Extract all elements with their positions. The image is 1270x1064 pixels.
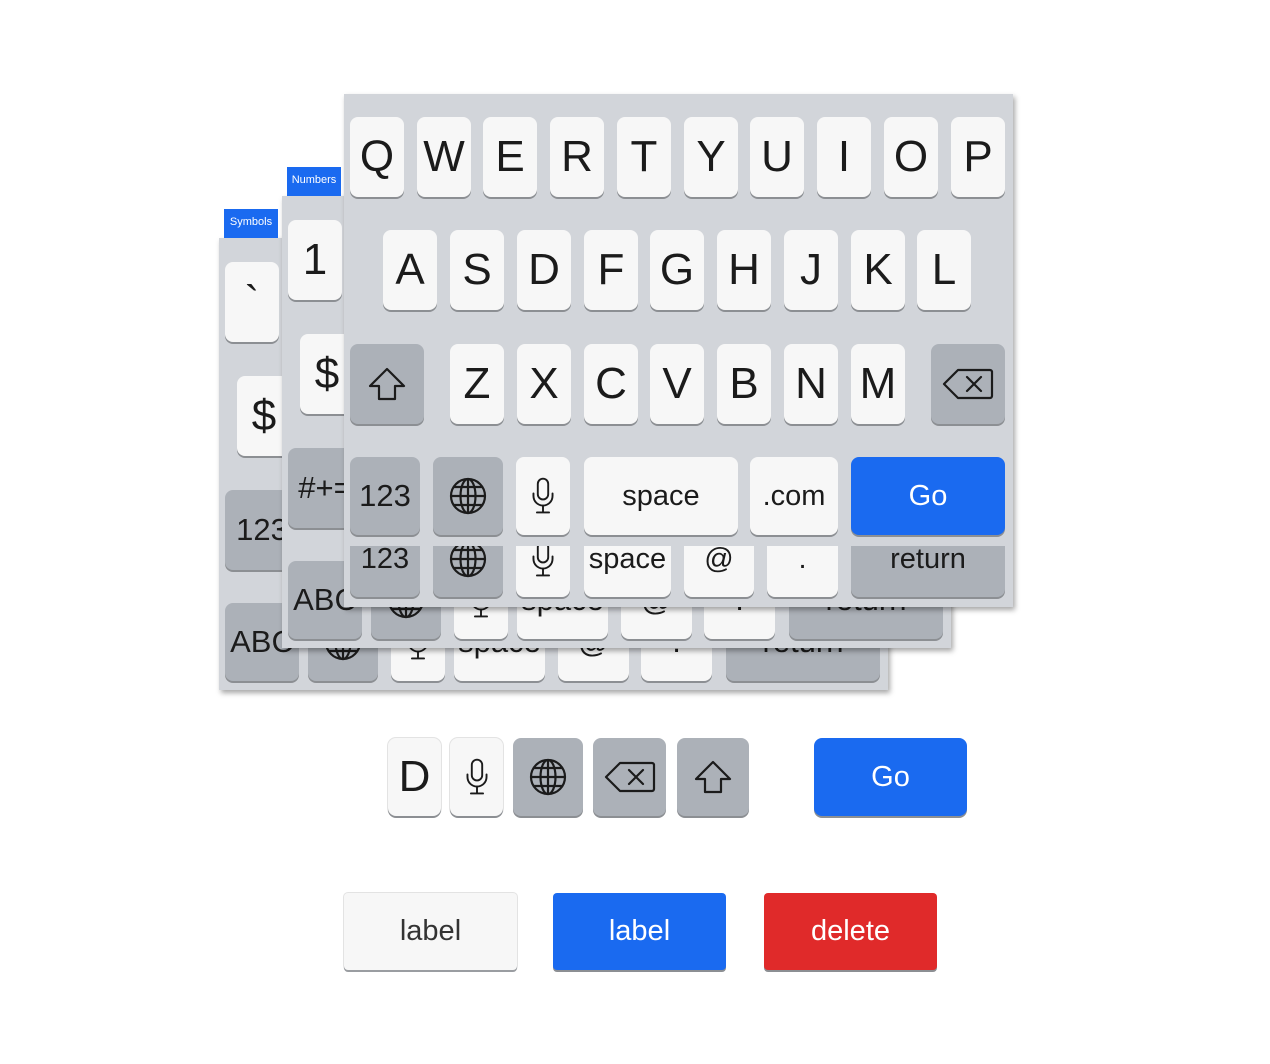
component-go-button[interactable]: Go <box>814 738 967 816</box>
key-backtick[interactable]: ` <box>225 262 279 342</box>
key-space[interactable]: space <box>584 457 738 535</box>
numbers-tag[interactable]: Numbers <box>287 167 341 196</box>
key-p[interactable]: P <box>951 117 1005 197</box>
shift-key[interactable] <box>350 344 424 424</box>
component-shift-key[interactable] <box>677 738 749 816</box>
key-z[interactable]: Z <box>450 344 504 424</box>
key-v[interactable]: V <box>650 344 704 424</box>
symbols-tag[interactable]: Symbols <box>224 209 278 238</box>
globe-icon <box>528 757 568 797</box>
shift-arrow-icon <box>693 759 733 795</box>
key-f[interactable]: F <box>584 230 638 310</box>
letters-keyboard-bottom-row: 123 space .com Go <box>344 445 1013 546</box>
key-r[interactable]: R <box>550 117 604 197</box>
key-mic[interactable] <box>516 457 570 535</box>
backspace-icon <box>942 367 994 401</box>
key-u[interactable]: U <box>750 117 804 197</box>
component-delete-key[interactable] <box>593 738 666 816</box>
key-s[interactable]: S <box>450 230 504 310</box>
key-y[interactable]: Y <box>684 117 738 197</box>
delete-button[interactable]: delete <box>764 893 937 970</box>
microphone-icon <box>530 476 556 516</box>
backspace-icon <box>604 760 656 794</box>
key-o[interactable]: O <box>884 117 938 197</box>
key-g[interactable]: G <box>650 230 704 310</box>
key-j[interactable]: J <box>784 230 838 310</box>
label-button-light[interactable]: label <box>344 893 517 970</box>
key-n[interactable]: N <box>784 344 838 424</box>
globe-icon <box>448 476 488 516</box>
key-m[interactable]: M <box>851 344 905 424</box>
key-a[interactable]: A <box>383 230 437 310</box>
microphone-icon <box>464 757 490 797</box>
label-button-blue[interactable]: label <box>553 893 726 970</box>
component-mic-key[interactable] <box>450 738 503 816</box>
key-e[interactable]: E <box>483 117 537 197</box>
key-t[interactable]: T <box>617 117 671 197</box>
key-c[interactable]: C <box>584 344 638 424</box>
key-k[interactable]: K <box>851 230 905 310</box>
shift-arrow-icon <box>367 366 407 402</box>
delete-key[interactable] <box>931 344 1005 424</box>
component-globe-key[interactable] <box>513 738 583 816</box>
key-w[interactable]: W <box>417 117 471 197</box>
key-globe[interactable] <box>433 457 503 535</box>
key-123[interactable]: 123 <box>350 457 420 535</box>
key-dotcom[interactable]: .com <box>750 457 838 535</box>
key-1[interactable]: 1 <box>288 220 342 300</box>
key-x[interactable]: X <box>517 344 571 424</box>
key-b[interactable]: B <box>717 344 771 424</box>
go-key[interactable]: Go <box>851 457 1005 535</box>
key-i[interactable]: I <box>817 117 871 197</box>
key-q[interactable]: Q <box>350 117 404 197</box>
component-letter-key[interactable]: D <box>388 738 441 816</box>
key-d[interactable]: D <box>517 230 571 310</box>
key-l[interactable]: L <box>917 230 971 310</box>
key-h[interactable]: H <box>717 230 771 310</box>
